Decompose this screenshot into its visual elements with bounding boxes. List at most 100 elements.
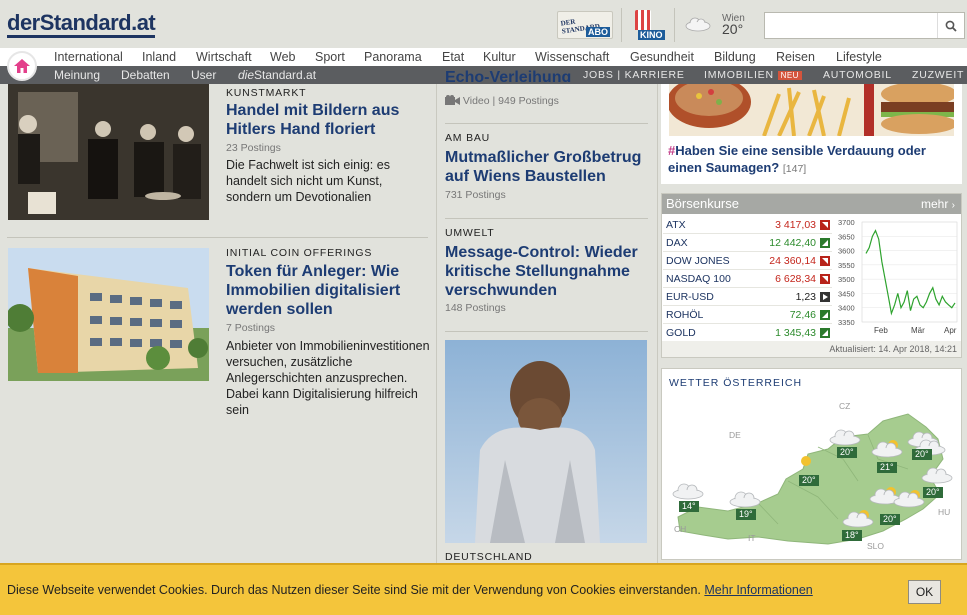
stock-row[interactable]: NASDAQ 100 6 628,34 <box>663 270 832 288</box>
stock-row[interactable]: ATX 3 417,03 <box>663 216 832 234</box>
article-headline[interactable]: Handel mit Bildern aus Hitlers Hand flor… <box>226 101 426 139</box>
nav-zuzweit[interactable]: ZUZWEIT <box>912 68 964 82</box>
boerse-more-link[interactable]: mehr › <box>921 194 955 216</box>
nav-lifestyle[interactable]: Lifestyle <box>836 49 882 65</box>
nav-panorama[interactable]: Panorama <box>364 49 422 65</box>
article-video-postings[interactable]: Video | 949 Postings <box>445 95 559 107</box>
trend-up-icon <box>820 310 830 320</box>
nav-kultur[interactable]: Kultur <box>483 49 516 65</box>
cloud-icon <box>921 467 953 484</box>
article-image[interactable] <box>8 84 209 220</box>
chart-y-tick: 3500 <box>838 275 855 284</box>
wetter-title: WETTER ÖSTERREICH <box>669 377 803 389</box>
popcorn-icon <box>635 10 651 30</box>
article-headline[interactable]: Echo-Verleihung <box>445 68 645 82</box>
chart-y-tick: 3350 <box>838 318 855 327</box>
kino-label: KINO <box>638 30 665 40</box>
abo-button[interactable]: DER STANDARD ABO <box>557 11 613 39</box>
nav-wirtschaft[interactable]: Wirtschaft <box>196 49 252 65</box>
chart-y-tick: 3600 <box>838 247 855 256</box>
kino-button[interactable]: KINO <box>633 10 667 40</box>
cookie-text-wrap: Diese Webseite verwendet Cookies. Durch … <box>7 583 813 597</box>
nav-etat[interactable]: Etat <box>442 49 464 65</box>
column-divider <box>436 84 437 563</box>
country-label: IT <box>748 533 756 543</box>
photo-placeholder <box>8 84 209 220</box>
cookie-ok-button[interactable]: OK <box>908 580 941 604</box>
chart-x-tick: Mär <box>911 326 925 335</box>
stock-value: 12 442,40 <box>769 237 816 249</box>
stock-row[interactable]: DOW JONES 24 360,14 <box>663 252 832 270</box>
wetter-widget[interactable]: WETTER ÖSTERREICH CZ DE HU CH IT SLO 20°… <box>661 368 962 560</box>
home-button[interactable] <box>7 51 37 81</box>
article-headline[interactable]: Token für Anleger: Wie Immobilien digita… <box>226 262 426 319</box>
nav-user[interactable]: User <box>191 67 216 83</box>
home-icon <box>14 59 30 73</box>
nav-reisen[interactable]: Reisen <box>776 49 815 65</box>
country-label: DE <box>729 430 741 440</box>
nav-web[interactable]: Web <box>270 49 295 65</box>
teaser-headline[interactable]: #Haben Sie eine sensible Verdauung oder … <box>668 142 953 178</box>
stock-row[interactable]: EUR-USD 1,23 <box>663 288 832 306</box>
divider <box>445 218 648 219</box>
country-label: CZ <box>839 401 851 411</box>
cloud-icon <box>729 491 761 508</box>
article-postings[interactable]: 731 Postings <box>445 189 506 201</box>
article-postings[interactable]: 148 Postings <box>445 302 506 314</box>
cloud-icon <box>829 429 861 446</box>
stock-row[interactable]: ROHÖL 72,46 <box>663 306 832 324</box>
article-postings[interactable]: 7 Postings <box>226 322 275 334</box>
search-button[interactable] <box>937 13 964 38</box>
photo-placeholder <box>669 84 954 136</box>
article-image[interactable] <box>8 248 209 381</box>
article-kicker: AM BAU <box>445 132 491 144</box>
chart-y-tick: 3550 <box>838 261 855 270</box>
chart-y-tick: 3650 <box>838 232 855 241</box>
nav-meinung[interactable]: Meinung <box>54 67 100 83</box>
temp-label: 21° <box>877 462 897 473</box>
site-logo[interactable]: derStandard.at <box>7 11 156 38</box>
chart-y-tick: 3450 <box>838 289 855 298</box>
trend-down-icon <box>820 220 830 230</box>
immobilien-label: IMMOBILIEN <box>704 69 774 81</box>
temp-label: 20° <box>880 514 900 525</box>
header-weather[interactable]: Wien 20° <box>722 13 745 37</box>
cookie-text: Diese Webseite verwendet Cookies. Durch … <box>7 583 701 597</box>
nav-debatten[interactable]: Debatten <box>121 67 170 83</box>
search-input[interactable] <box>765 13 935 38</box>
nav-sport[interactable]: Sport <box>315 49 345 65</box>
nav-automobil[interactable]: AUTOMOBIL <box>823 68 892 82</box>
boerse-updated: Aktualisiert: 14. Apr 2018, 14:21 <box>662 341 961 357</box>
abo-label: ABO <box>586 27 610 37</box>
nav-diestandard[interactable]: dieStandard.at <box>238 67 316 83</box>
stock-row[interactable]: GOLD 1 345,43 <box>663 324 832 342</box>
article-postings[interactable]: 23 Postings <box>226 142 281 154</box>
stock-name: NASDAQ 100 <box>666 273 731 285</box>
nav-wissenschaft[interactable]: Wissenschaft <box>535 49 609 65</box>
search-box[interactable] <box>764 12 965 39</box>
divider <box>445 123 648 124</box>
nav-immobilien[interactable]: IMMOBILIEN NEU <box>704 68 802 83</box>
cookie-banner: Diese Webseite verwendet Cookies. Durch … <box>0 563 967 615</box>
search-icon <box>945 20 957 32</box>
nav-bildung[interactable]: Bildung <box>714 49 756 65</box>
stock-name: ATX <box>666 219 686 231</box>
weather-temp: 20° <box>722 21 744 37</box>
stock-value: 72,46 <box>789 309 816 321</box>
sun-cloud-icon <box>871 440 903 458</box>
stock-value: 6 628,34 <box>775 273 816 285</box>
nav-inland[interactable]: Inland <box>142 49 176 65</box>
article-headline[interactable]: Mutmaßlicher Großbetrug auf Wiens Bauste… <box>445 148 650 186</box>
divider <box>621 8 622 42</box>
cookie-more-link[interactable]: Mehr Informationen <box>704 583 812 597</box>
article-headline[interactable]: Message-Control: Wieder kritische Stellu… <box>445 243 650 300</box>
article-image[interactable] <box>445 340 647 543</box>
teaser-image[interactable] <box>669 84 954 136</box>
video-camera-icon <box>445 95 460 105</box>
teaser-count: [147] <box>782 163 807 175</box>
nav-gesundheit[interactable]: Gesundheit <box>630 49 694 65</box>
stock-row[interactable]: DAX 12 442,40 <box>663 234 832 252</box>
trend-down-icon <box>820 274 830 284</box>
nav-international[interactable]: International <box>54 49 123 65</box>
temp-label: 20° <box>799 475 819 486</box>
